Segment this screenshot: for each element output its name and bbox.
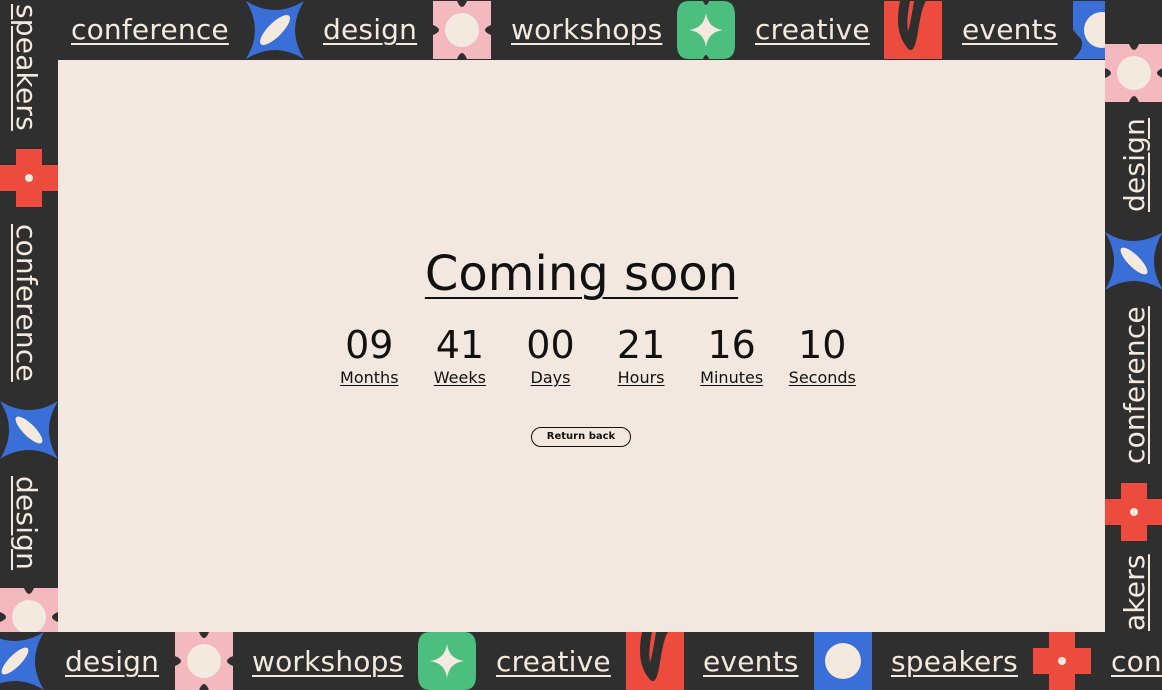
countdown-months: 09 Months [324, 326, 415, 387]
marquee-bottom: design workshops creative events speaker… [0, 632, 1162, 690]
marquee-word[interactable]: design [323, 16, 417, 44]
star-icon [1105, 232, 1162, 290]
marquee-word[interactable]: events [962, 16, 1058, 44]
marquee-left: speakers conference design [0, 0, 58, 632]
circle-flower-icon [814, 632, 872, 690]
flower-icon [0, 588, 58, 632]
marquee-word[interactable]: creative [496, 648, 611, 676]
countdown-hours: 21 Hours [596, 326, 687, 387]
plus-flower-icon [0, 149, 58, 207]
flower-icon [175, 632, 233, 690]
countdown-label[interactable]: Seconds [777, 368, 868, 387]
star-icon [0, 632, 44, 690]
marquee-word[interactable]: speakers [10, 4, 43, 131]
countdown-days: 00 Days [505, 326, 596, 387]
countdown-weeks: 41 Weeks [415, 326, 506, 387]
marquee-word[interactable]: conference [71, 16, 229, 44]
countdown: 09 Months 41 Weeks 00 Days 21 Hours 16 M… [324, 326, 868, 387]
marquee-word[interactable]: events [703, 648, 799, 676]
countdown-label[interactable]: Weeks [415, 368, 506, 387]
countdown-label[interactable]: Months [324, 368, 415, 387]
marquee-word[interactable]: design [1118, 118, 1151, 212]
wave-icon [884, 1, 942, 59]
marquee-word[interactable]: creative [755, 16, 870, 44]
wave-icon [626, 632, 684, 690]
marquee-word[interactable]: speakers [891, 648, 1018, 676]
marquee-word[interactable]: design [65, 648, 159, 676]
countdown-label[interactable]: Minutes [686, 368, 777, 387]
star-icon [246, 1, 304, 59]
countdown-value: 16 [707, 323, 756, 367]
flower-icon [1105, 44, 1162, 102]
marquee-top: conference design workshops creative eve… [0, 0, 1162, 60]
countdown-seconds: 10 Seconds [777, 326, 868, 387]
marquee-word[interactable]: con [1111, 648, 1162, 676]
marquee-word[interactable]: design [10, 476, 43, 570]
countdown-value: 09 [345, 323, 394, 367]
countdown-value: 41 [435, 323, 485, 367]
countdown-label[interactable]: Hours [596, 368, 687, 387]
countdown-value: 00 [526, 323, 575, 367]
countdown-value: 10 [798, 323, 847, 367]
page-title: Coming soon [424, 246, 739, 302]
marquee-word[interactable]: workshops [511, 16, 662, 44]
marquee-word[interactable]: akers [1118, 554, 1151, 631]
coming-soon-panel: Coming soon 09 Months 41 Weeks 00 Days 2… [58, 60, 1105, 632]
marquee-word[interactable]: workshops [252, 648, 403, 676]
sparkle-icon [677, 1, 735, 59]
countdown-value: 21 [616, 323, 666, 367]
sparkle-icon [418, 632, 476, 690]
marquee-word[interactable]: conference [10, 224, 43, 382]
return-back-button[interactable]: Return back [531, 427, 631, 447]
marquee-right: design conference akers [1105, 0, 1162, 632]
plus-flower-icon [1105, 483, 1162, 541]
flower-icon [433, 1, 491, 59]
star-icon [0, 401, 58, 459]
countdown-label[interactable]: Days [505, 368, 596, 387]
marquee-word[interactable]: conference [1118, 306, 1151, 464]
countdown-minutes: 16 Minutes [686, 326, 777, 387]
plus-flower-icon [1033, 632, 1091, 690]
